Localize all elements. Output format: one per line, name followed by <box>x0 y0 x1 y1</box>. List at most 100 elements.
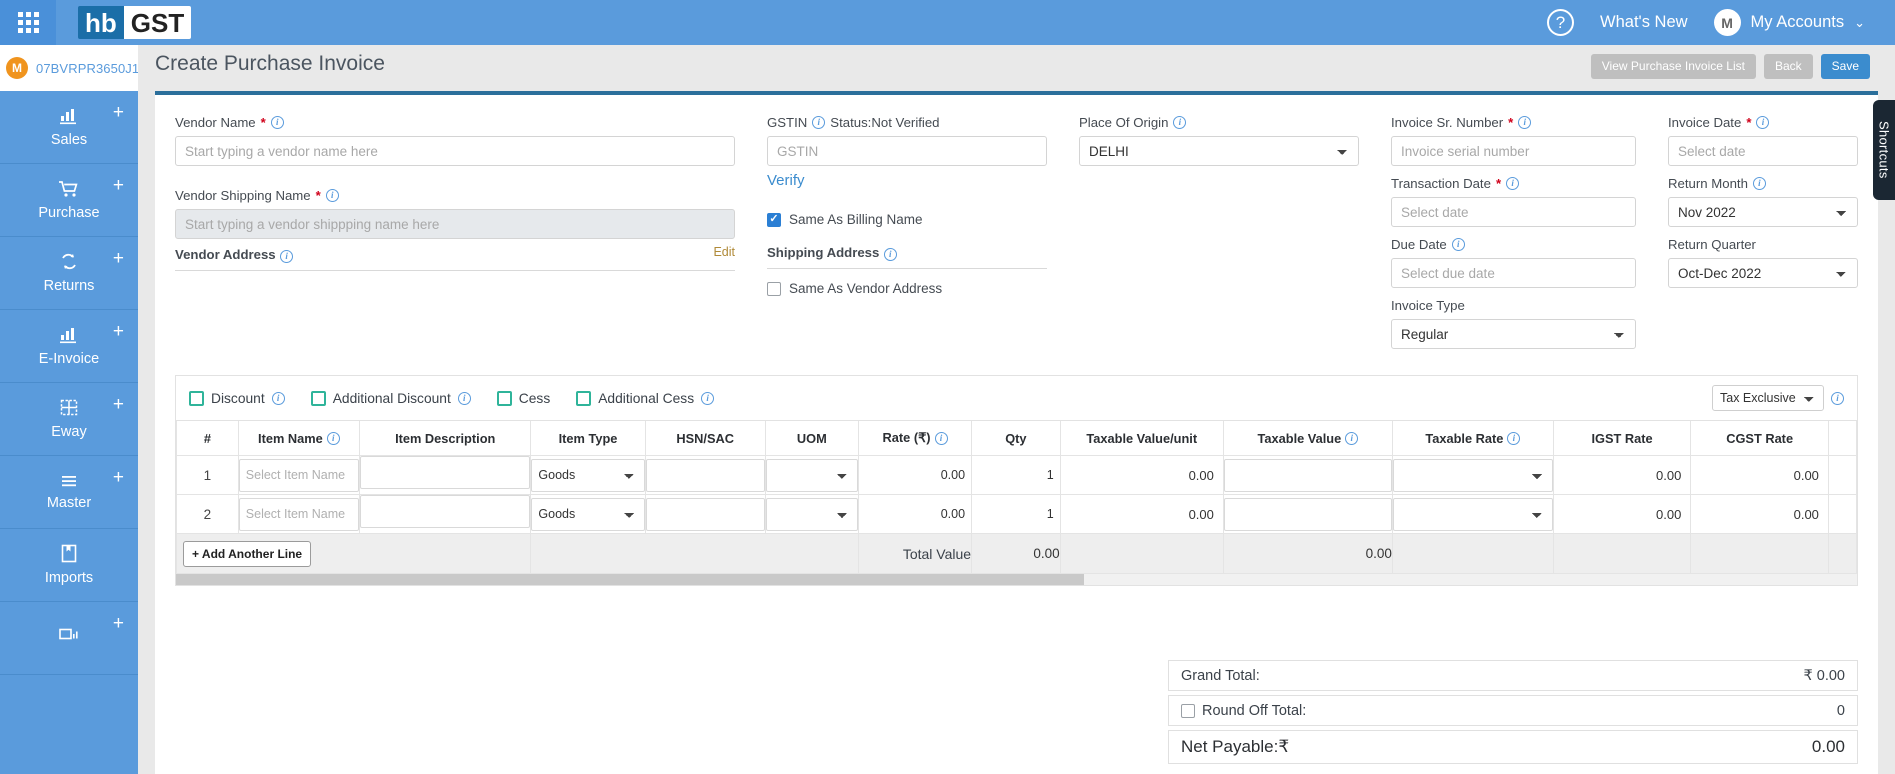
place-of-origin-select[interactable]: DELHI <box>1079 136 1359 166</box>
horizontal-scrollbar-track[interactable] <box>176 574 1857 585</box>
sidebar-item-returns[interactable]: + Returns <box>0 237 138 310</box>
app-launcher-button[interactable] <box>0 0 56 45</box>
rate-input[interactable] <box>858 458 972 492</box>
add-purchase-icon[interactable]: + <box>113 176 124 195</box>
return-quarter-select[interactable]: Oct-Dec 2022 <box>1668 258 1858 288</box>
taxable-rate-select[interactable] <box>1392 458 1553 492</box>
transaction-date-input[interactable] <box>1391 197 1636 227</box>
info-icon[interactable]: i <box>701 391 715 405</box>
same-as-vendor-address-checkbox[interactable] <box>767 281 781 296</box>
my-accounts-menu[interactable]: M My Accounts ⌄ <box>1713 9 1865 36</box>
item-name-input[interactable] <box>238 458 360 492</box>
tax-mode-select[interactable]: Tax Exclusive <box>1712 385 1824 411</box>
uom-select[interactable] <box>765 497 858 531</box>
gstin-verify-link[interactable]: Verify <box>767 172 805 189</box>
info-icon[interactable]: i <box>1506 177 1520 190</box>
item-description-textarea[interactable] <box>360 456 531 489</box>
vendor-name-input[interactable] <box>175 136 735 166</box>
info-icon[interactable]: i <box>325 189 339 202</box>
same-as-billing-name-checkbox[interactable] <box>767 212 781 227</box>
sidebar-item-master[interactable]: + Master <box>0 456 138 529</box>
info-icon[interactable]: i <box>1451 238 1465 251</box>
add-master-icon[interactable]: + <box>113 468 124 487</box>
hsn-sac-input[interactable] <box>645 458 765 492</box>
hbgst-logo[interactable]: hb GST <box>78 6 192 39</box>
shipping-address-label: Shipping Address <box>767 245 880 260</box>
view-purchase-invoice-list-button[interactable]: View Purchase Invoice List <box>1590 54 1756 80</box>
info-icon[interactable]: i <box>1756 116 1770 129</box>
due-date-input[interactable] <box>1391 258 1636 288</box>
return-month-select[interactable]: Nov 2022 <box>1668 197 1858 227</box>
save-button[interactable]: Save <box>1820 54 1870 80</box>
round-off-row[interactable]: Round Off Total: 0 <box>1168 695 1858 726</box>
uom-select[interactable] <box>765 458 858 492</box>
discount-option[interactable]: Discount i <box>189 390 285 406</box>
item-name-input[interactable] <box>238 497 360 531</box>
info-icon[interactable]: i <box>1507 431 1521 445</box>
transaction-date-label-text: Transaction Date <box>1391 176 1491 191</box>
add-another-line-button[interactable]: + Add Another Line <box>183 540 312 567</box>
info-icon[interactable]: i <box>326 431 340 445</box>
transaction-date-label: Transaction Date * i <box>1391 176 1636 191</box>
invoice-date-input[interactable] <box>1668 136 1858 166</box>
sidebar-item-reports[interactable]: + <box>0 602 138 675</box>
item-type-select[interactable]: Goods <box>531 458 645 492</box>
additional-discount-option[interactable]: Additional Discount i <box>310 390 471 406</box>
sidebar-item-eway[interactable]: + Eway <box>0 383 138 456</box>
whats-new-link[interactable]: What's New <box>1600 13 1688 32</box>
sidebar-item-imports[interactable]: Imports <box>0 529 138 602</box>
cess-checkbox[interactable] <box>496 390 512 406</box>
additional-discount-checkbox[interactable] <box>310 390 326 406</box>
same-as-billing-name-row[interactable]: Same As Billing Name <box>767 212 1047 227</box>
info-icon[interactable]: i <box>883 248 897 261</box>
vendor-shipping-name-input[interactable] <box>175 209 735 239</box>
add-e-invoice-icon[interactable]: + <box>113 322 124 341</box>
taxable-value-input[interactable] <box>1223 497 1392 531</box>
additional-cess-checkbox[interactable] <box>576 390 592 406</box>
qty-input[interactable] <box>972 458 1060 492</box>
vendor-address-edit-link[interactable]: Edit <box>713 245 735 259</box>
cess-option[interactable]: Cess <box>496 390 550 406</box>
info-icon[interactable]: i <box>280 250 294 263</box>
info-icon[interactable]: i <box>270 116 284 129</box>
info-icon[interactable]: i <box>812 116 826 129</box>
qty-input[interactable] <box>972 497 1060 531</box>
hsn-sac-input[interactable] <box>645 497 765 531</box>
add-eway-icon[interactable]: + <box>113 395 124 414</box>
info-icon[interactable]: i <box>271 391 285 405</box>
rate-input[interactable] <box>858 497 972 531</box>
help-icon[interactable]: ? <box>1547 9 1575 36</box>
sidebar-item-purchase[interactable]: + Purchase <box>0 164 138 237</box>
sidebar-item-e-invoice[interactable]: + E-Invoice <box>0 310 138 383</box>
info-icon[interactable]: i <box>1831 391 1844 405</box>
cell-taxable-value <box>1222 455 1393 495</box>
invoice-type-select[interactable]: Regular <box>1391 319 1636 349</box>
info-icon[interactable]: i <box>457 391 471 405</box>
my-accounts-label: My Accounts <box>1750 13 1845 31</box>
item-description-textarea[interactable] <box>360 495 531 528</box>
info-icon[interactable]: i <box>1345 431 1359 445</box>
add-returns-icon[interactable]: + <box>113 249 124 268</box>
gstin-input[interactable] <box>767 136 1047 166</box>
add-reports-icon[interactable]: + <box>113 614 124 633</box>
invoice-sr-number-input[interactable] <box>1391 136 1636 166</box>
info-icon[interactable]: i <box>1173 116 1187 129</box>
info-icon[interactable]: i <box>934 431 948 445</box>
discount-checkbox[interactable] <box>189 390 204 406</box>
taxable-rate-select[interactable] <box>1392 497 1553 531</box>
gstin-status: Status:Not Verified <box>830 115 940 130</box>
item-type-select[interactable]: Goods <box>531 497 645 531</box>
shortcuts-tab[interactable]: Shortcuts <box>1873 100 1895 200</box>
same-as-vendor-address-row[interactable]: Same As Vendor Address <box>767 281 1047 296</box>
sidebar-gstin-selector[interactable]: M 07BVRPR3650J1ZY <box>0 45 156 91</box>
add-sales-icon[interactable]: + <box>113 103 124 122</box>
horizontal-scrollbar-thumb[interactable] <box>176 574 1084 585</box>
back-button[interactable]: Back <box>1763 54 1813 80</box>
vendor-address-divider <box>175 270 735 271</box>
sidebar-item-sales[interactable]: + Sales <box>0 91 138 164</box>
round-off-checkbox[interactable] <box>1181 703 1195 718</box>
info-icon[interactable]: i <box>1752 177 1766 190</box>
additional-cess-option[interactable]: Additional Cess i <box>576 390 715 406</box>
info-icon[interactable]: i <box>1518 116 1532 129</box>
taxable-value-input[interactable] <box>1223 458 1392 492</box>
